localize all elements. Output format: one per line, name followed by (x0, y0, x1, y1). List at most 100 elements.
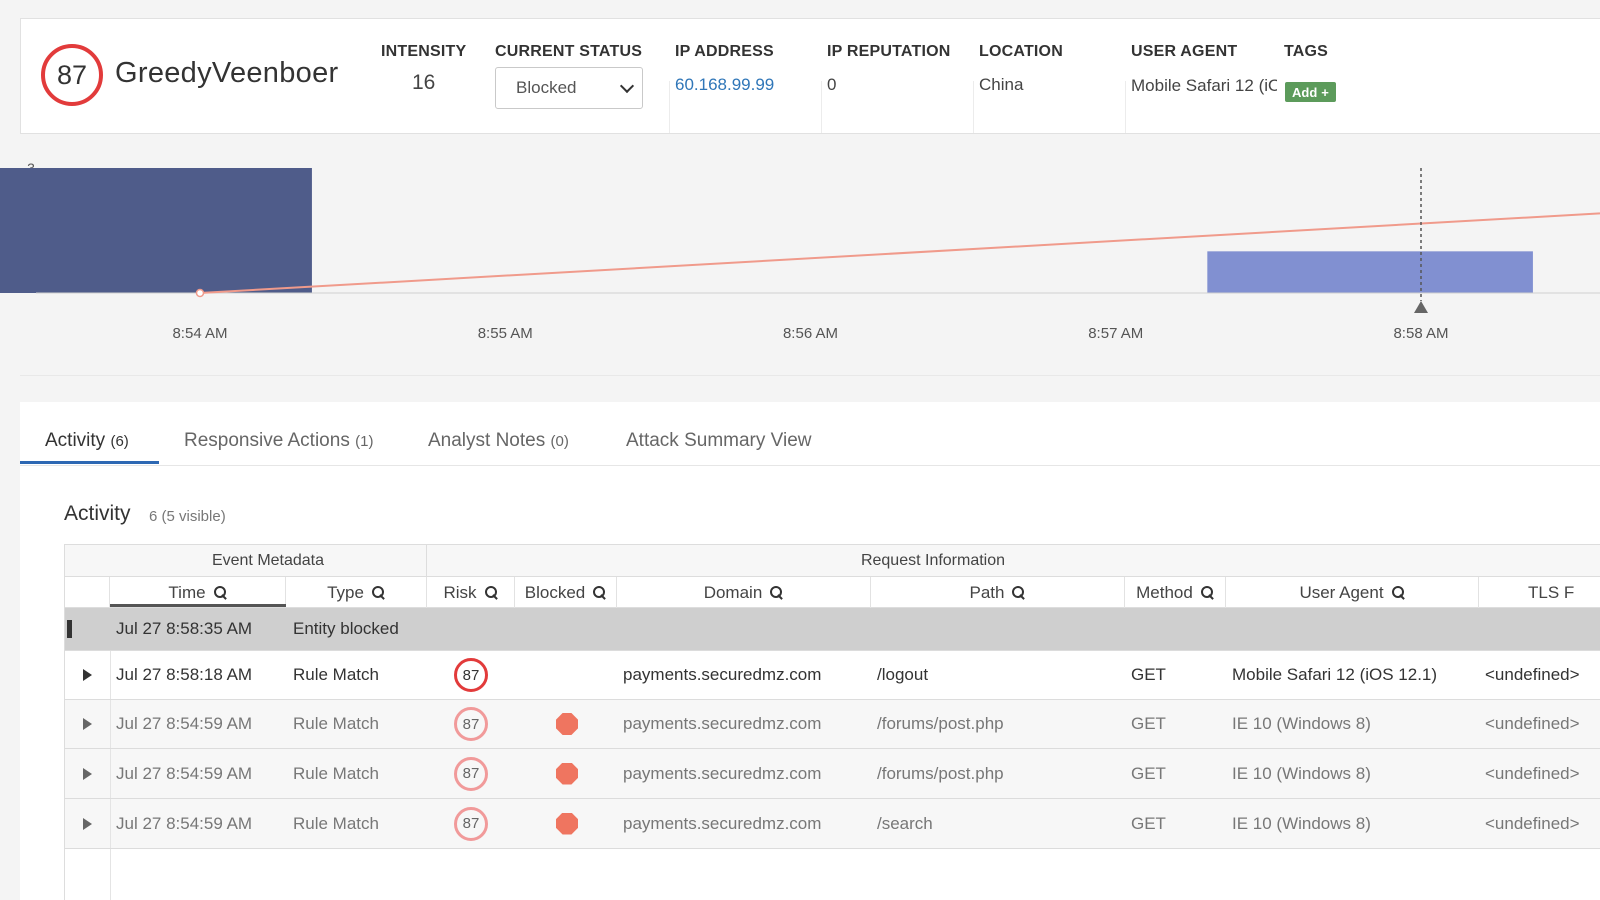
risk-column-header[interactable]: Risk (427, 577, 515, 608)
x-tick-label: 8:56 AM (783, 325, 838, 342)
chart-bar (1207, 251, 1533, 293)
row-path: /logout (877, 665, 929, 684)
risk-score-badge: 87 (454, 707, 488, 741)
location-field: LOCATION China (979, 43, 1063, 95)
reputation-label: IP REPUTATION (827, 43, 951, 60)
row-tls: <undefined> (1485, 813, 1580, 833)
activity-chart: 3---8:54 AM8:55 AM8:56 AM8:57 AM8:58 AM (0, 160, 1600, 342)
activity-count: 6 (5 visible) (149, 508, 226, 525)
expand-row-icon[interactable] (83, 817, 92, 830)
tab-analyst-notes-label: Analyst Notes (428, 430, 546, 451)
status-label: CURRENT STATUS (495, 43, 643, 60)
divider (1125, 81, 1126, 133)
blocked-stop-icon (556, 762, 578, 785)
blocked-stop-icon (556, 713, 578, 735)
row-path: /forums/post.php (877, 763, 1004, 783)
risk-score-badge: 87 (454, 658, 488, 692)
tags-label: TAGS (1284, 43, 1329, 60)
status-select[interactable]: Blocked (495, 67, 643, 109)
column-header-row: Time Type Risk Blocked Domain Path Metho… (65, 577, 1600, 608)
divider (110, 651, 111, 699)
row-type: Rule Match (293, 665, 379, 684)
search-icon[interactable] (213, 586, 227, 599)
activity-title: Activity (64, 502, 131, 525)
tab-analyst-notes[interactable]: Analyst Notes (0) (428, 430, 569, 452)
domain-column-header[interactable]: Domain (617, 577, 871, 608)
method-column-label: Method (1136, 582, 1193, 602)
active-tab-indicator (20, 461, 159, 464)
tab-activity[interactable]: Activity (6) (45, 430, 129, 452)
domain-column-label: Domain (703, 582, 763, 602)
row-user-agent: IE 10 (Windows 8) (1232, 813, 1371, 833)
search-icon[interactable] (1200, 586, 1214, 599)
intensity-field: INTENSITY 16 (381, 43, 466, 95)
sort-indicator (110, 604, 286, 607)
status-field: CURRENT STATUS Blocked (495, 43, 643, 109)
user-agent-field: USER AGENT Mobile Safari 12 (iOS 12.1) (1131, 43, 1277, 96)
type-column-header[interactable]: Type (286, 577, 427, 608)
divider (110, 849, 111, 900)
user-agent-label: USER AGENT (1131, 43, 1238, 60)
tab-attack-summary-view[interactable]: Attack Summary View (626, 430, 811, 452)
expand-row-icon[interactable] (83, 669, 92, 681)
row-method: GET (1131, 714, 1166, 733)
tags-field: TAGS (1284, 43, 1328, 61)
row-type: Rule Match (293, 813, 379, 833)
expand-row-icon[interactable] (83, 767, 92, 780)
user-agent-column-header[interactable]: User Agent (1226, 577, 1479, 608)
empty-row (65, 849, 1600, 900)
tab-bar: Activity (6) Responsive Actions (1) Anal… (20, 402, 1600, 466)
row-type: Rule Match (293, 714, 379, 733)
add-tag-button[interactable]: Add + (1285, 82, 1336, 102)
ip-address-link[interactable]: 60.168.99.99 (675, 75, 774, 95)
path-column-header[interactable]: Path (871, 577, 1125, 608)
divider (110, 799, 111, 848)
table-row[interactable]: Jul 27 8:54:59 AM Rule Match 87 payments… (65, 700, 1600, 749)
tab-responsive-actions-count: (1) (355, 433, 374, 450)
search-icon[interactable] (770, 586, 783, 599)
risk-score-badge: 87 (454, 806, 488, 841)
row-time: Jul 27 8:58:35 AM (116, 619, 253, 638)
blocked-column-header[interactable]: Blocked (515, 577, 617, 608)
row-tls: <undefined> (1485, 714, 1580, 733)
table-row[interactable]: Jul 27 8:58:18 AM Rule Match 87 payments… (65, 651, 1600, 700)
tab-attack-summary-view-label: Attack Summary View (626, 430, 812, 451)
method-column-header[interactable]: Method (1125, 577, 1226, 608)
x-tick-label: 8:57 AM (1088, 325, 1143, 342)
expand-row-icon[interactable] (83, 718, 92, 730)
row-tls: <undefined> (1485, 763, 1580, 783)
chart-bar (0, 168, 312, 293)
row-marker (67, 620, 72, 638)
activity-table: Event Metadata Request Information Time … (64, 544, 1600, 900)
reputation-field: IP REPUTATION 0 (827, 43, 951, 95)
row-domain: payments.securedmz.com (623, 763, 822, 783)
search-icon[interactable] (371, 586, 385, 599)
path-column-label: Path (969, 582, 1005, 602)
row-user-agent: IE 10 (Windows 8) (1232, 714, 1371, 733)
table-row[interactable]: Jul 27 8:54:59 AM Rule Match 87 payments… (65, 749, 1600, 799)
row-domain: payments.securedmz.com (623, 714, 822, 733)
table-row[interactable]: Jul 27 8:58:35 AM Entity blocked (65, 608, 1600, 651)
divider (20, 375, 1600, 376)
plus-icon: + (1321, 84, 1329, 100)
table-row[interactable]: Jul 27 8:54:59 AM Rule Match 87 payments… (65, 799, 1600, 849)
tab-responsive-actions[interactable]: Responsive Actions (1) (184, 430, 373, 452)
time-marker-triangle (1414, 301, 1428, 313)
row-domain: payments.securedmz.com (623, 813, 822, 833)
status-select-value: Blocked (516, 78, 577, 97)
search-icon[interactable] (1012, 586, 1025, 599)
search-icon[interactable] (484, 586, 498, 599)
search-icon[interactable] (593, 586, 606, 599)
x-tick-label: 8:54 AM (172, 325, 227, 342)
time-column-label: Time (168, 582, 206, 602)
row-time: Jul 27 8:54:59 AM (116, 714, 253, 733)
divider (669, 81, 670, 133)
risk-column-label: Risk (443, 582, 477, 602)
row-type: Entity blocked (293, 619, 399, 638)
divider (973, 81, 974, 133)
tls-column-header[interactable]: TLS F (1479, 577, 1600, 608)
chevron-down-icon (619, 78, 635, 93)
intensity-value: 16 (412, 71, 436, 94)
search-icon[interactable] (1391, 586, 1405, 599)
row-user-agent: IE 10 (Windows 8) (1232, 763, 1371, 783)
